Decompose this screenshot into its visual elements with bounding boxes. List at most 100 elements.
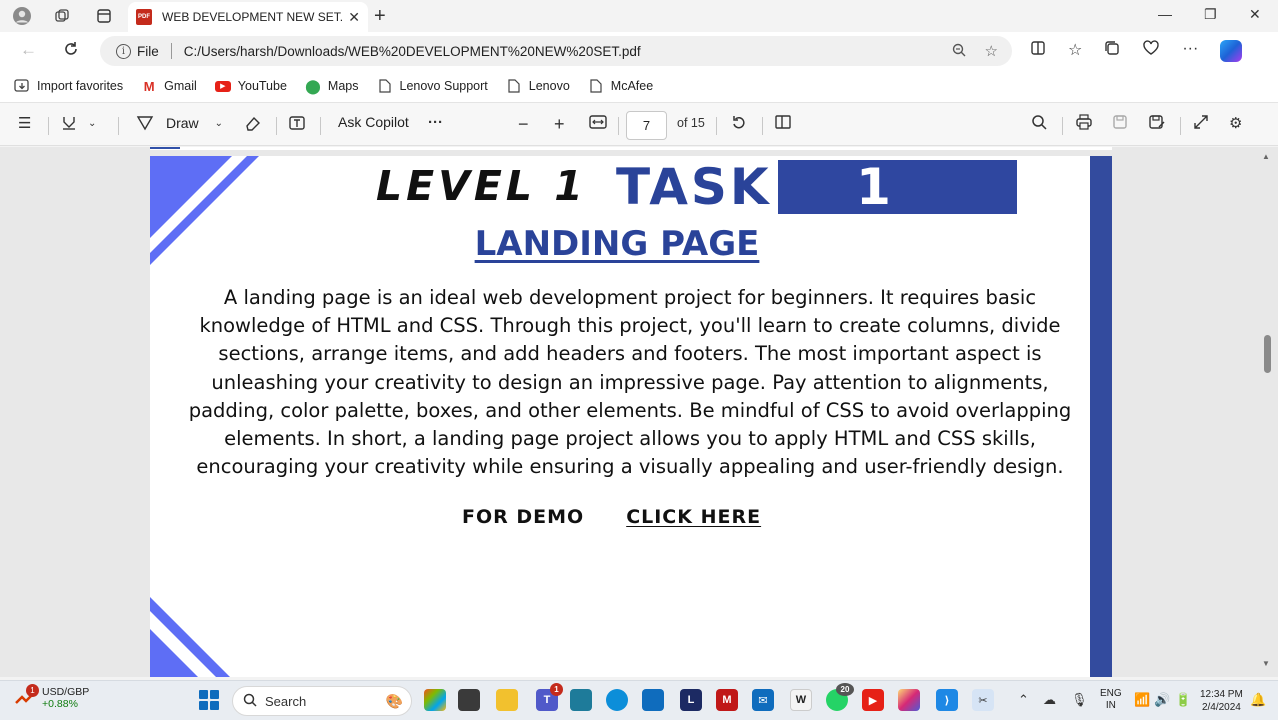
active-tab[interactable]: PDF WEB DEVELOPMENT NEW SET.p ✕ bbox=[128, 2, 368, 32]
mail-icon[interactable]: ✉ bbox=[752, 689, 774, 711]
print-icon[interactable] bbox=[1075, 114, 1093, 130]
favorite-gmail[interactable]: M Gmail bbox=[141, 78, 197, 94]
volume-icon[interactable]: 🔊 bbox=[1154, 692, 1170, 708]
back-button[interactable]: ← bbox=[20, 40, 37, 60]
wifi-icon[interactable]: 📶 bbox=[1134, 692, 1150, 708]
fit-width-icon[interactable] bbox=[589, 114, 607, 130]
tray-overflow-icon[interactable]: ⌃ bbox=[1018, 692, 1029, 708]
favorites-icon[interactable]: ☆ bbox=[1068, 40, 1082, 62]
url-text[interactable]: C:/Users/harsh/Downloads/WEB%20DEVELOPME… bbox=[184, 44, 641, 59]
favorite-mcafee[interactable]: McAfee bbox=[588, 79, 653, 93]
demo-link[interactable]: CLICK HERE bbox=[626, 506, 761, 528]
stock-widget[interactable]: 1 USD/GBP +0.88% bbox=[14, 684, 90, 710]
scroll-down-arrow[interactable]: ▼ bbox=[1262, 659, 1270, 668]
favorite-import[interactable]: Import favorites bbox=[14, 79, 123, 93]
favorite-lenovo[interactable]: Lenovo bbox=[506, 79, 570, 93]
toolbar-separator bbox=[1062, 117, 1063, 135]
workspaces-icon[interactable] bbox=[52, 6, 72, 26]
ask-copilot-button[interactable]: Ask Copilot bbox=[338, 114, 409, 130]
task-view-icon[interactable] bbox=[458, 689, 480, 711]
erase-icon[interactable] bbox=[244, 114, 262, 132]
edge-icon[interactable] bbox=[606, 689, 628, 711]
snipping-tool-icon[interactable]: ✂ bbox=[972, 689, 994, 711]
vscode-icon[interactable]: ⟩ bbox=[936, 689, 958, 711]
site-info-icon[interactable]: i bbox=[116, 43, 131, 59]
contents-icon[interactable]: ☰ bbox=[18, 114, 31, 132]
language-indicator[interactable]: ENG IN bbox=[1100, 688, 1122, 712]
new-tab-button[interactable]: + bbox=[374, 5, 386, 28]
page-view-icon[interactable] bbox=[774, 114, 792, 130]
teams-icon[interactable]: T 1 bbox=[536, 683, 563, 711]
battery-icon[interactable]: 🔋 bbox=[1175, 692, 1191, 708]
fullscreen-icon[interactable] bbox=[1193, 114, 1209, 130]
zoom-icon[interactable] bbox=[951, 42, 967, 62]
section-heading[interactable]: LANDING PAGE bbox=[150, 224, 1084, 264]
previous-page-edge bbox=[150, 147, 1112, 150]
close-window-button[interactable]: ✕ bbox=[1249, 6, 1261, 23]
pdf-viewer[interactable]: LEVEL 1 TASK 1 LANDING PAGE A landing pa… bbox=[0, 147, 1278, 677]
page-number-input[interactable]: 7 bbox=[626, 111, 667, 140]
chevron-down-icon[interactable]: ⌄ bbox=[88, 118, 96, 129]
ask-copilot-label: Ask Copilot bbox=[338, 114, 409, 130]
page-icon bbox=[588, 79, 604, 93]
save-icon[interactable] bbox=[1112, 114, 1128, 130]
demo-label: FOR DEMO bbox=[462, 506, 585, 528]
app-icon[interactable] bbox=[570, 689, 592, 711]
scroll-up-arrow[interactable]: ▲ bbox=[1262, 152, 1270, 161]
taskbar-search[interactable]: Search 🎨 bbox=[232, 686, 412, 716]
page-right-border bbox=[1090, 156, 1112, 677]
onedrive-icon[interactable]: ☁ bbox=[1043, 692, 1056, 708]
zoom-out-button[interactable]: − bbox=[518, 114, 529, 135]
mcafee-icon[interactable]: M bbox=[716, 689, 738, 711]
store-icon[interactable] bbox=[642, 689, 664, 711]
address-separator bbox=[170, 43, 172, 59]
start-button[interactable] bbox=[199, 690, 219, 710]
stock-name: USD/GBP bbox=[42, 686, 90, 698]
browser-essentials-icon[interactable] bbox=[1142, 40, 1160, 62]
favorite-youtube[interactable]: ▶ YouTube bbox=[214, 79, 287, 93]
youtube-app-icon[interactable]: ▶ bbox=[862, 689, 884, 711]
page-icon bbox=[377, 79, 393, 93]
favorite-label: Maps bbox=[327, 79, 359, 93]
save-as-icon[interactable] bbox=[1148, 114, 1166, 130]
page-total: of 15 bbox=[677, 116, 705, 130]
clock-time: 12:34 PM bbox=[1200, 689, 1243, 700]
rotate-icon[interactable] bbox=[730, 114, 748, 132]
highlight-icon[interactable]: ⌄ bbox=[60, 114, 96, 132]
refresh-button[interactable] bbox=[62, 40, 80, 63]
chevron-down-icon[interactable]: ⌄ bbox=[215, 118, 223, 129]
region-code: IN bbox=[1105, 700, 1116, 711]
zoom-in-button[interactable]: + bbox=[554, 114, 565, 135]
settings-gear-icon[interactable]: ⚙ bbox=[1229, 114, 1242, 132]
split-screen-icon[interactable] bbox=[1030, 40, 1046, 62]
tab-actions-icon[interactable] bbox=[94, 6, 114, 26]
more-options-button[interactable]: ··· bbox=[428, 114, 443, 131]
notification-bell-icon[interactable]: 🔔 bbox=[1250, 692, 1266, 708]
draw-button[interactable]: Draw ⌄ bbox=[136, 114, 223, 132]
profile-icon[interactable] bbox=[12, 6, 32, 26]
collections-icon[interactable] bbox=[1104, 40, 1120, 62]
whatsapp-icon[interactable]: 20 bbox=[826, 683, 854, 711]
wikipedia-icon[interactable]: W bbox=[790, 689, 812, 711]
add-text-icon[interactable] bbox=[288, 114, 306, 132]
more-menu-icon[interactable]: ··· bbox=[1182, 40, 1198, 62]
minimize-button[interactable]: — bbox=[1158, 6, 1172, 22]
copilot-icon[interactable] bbox=[1220, 40, 1243, 62]
copilot-app-icon[interactable] bbox=[424, 689, 446, 711]
microphone-icon[interactable]: 🎙 bbox=[1071, 692, 1088, 708]
address-bar[interactable]: i File C:/Users/harsh/Downloads/WEB%20DE… bbox=[100, 36, 1012, 66]
lenovo-icon[interactable]: L bbox=[680, 689, 702, 711]
close-tab-icon[interactable]: ✕ bbox=[348, 9, 360, 26]
favorite-label: Gmail bbox=[164, 79, 197, 93]
clock[interactable]: 12:34 PM 2/4/2024 bbox=[1200, 688, 1243, 714]
restore-button[interactable]: ❐ bbox=[1204, 6, 1217, 23]
scrollbar-thumb[interactable] bbox=[1264, 335, 1271, 373]
search-document-icon[interactable] bbox=[1031, 114, 1047, 130]
favorite-star-icon[interactable]: ☆ bbox=[985, 42, 998, 62]
file-explorer-icon[interactable] bbox=[496, 689, 518, 711]
page-icon bbox=[506, 79, 522, 93]
gmail-icon: M bbox=[143, 78, 155, 94]
favorite-maps[interactable]: ⬤ Maps bbox=[305, 78, 359, 94]
favorite-lenovo-support[interactable]: Lenovo Support bbox=[377, 79, 488, 93]
instagram-icon[interactable] bbox=[898, 689, 920, 711]
